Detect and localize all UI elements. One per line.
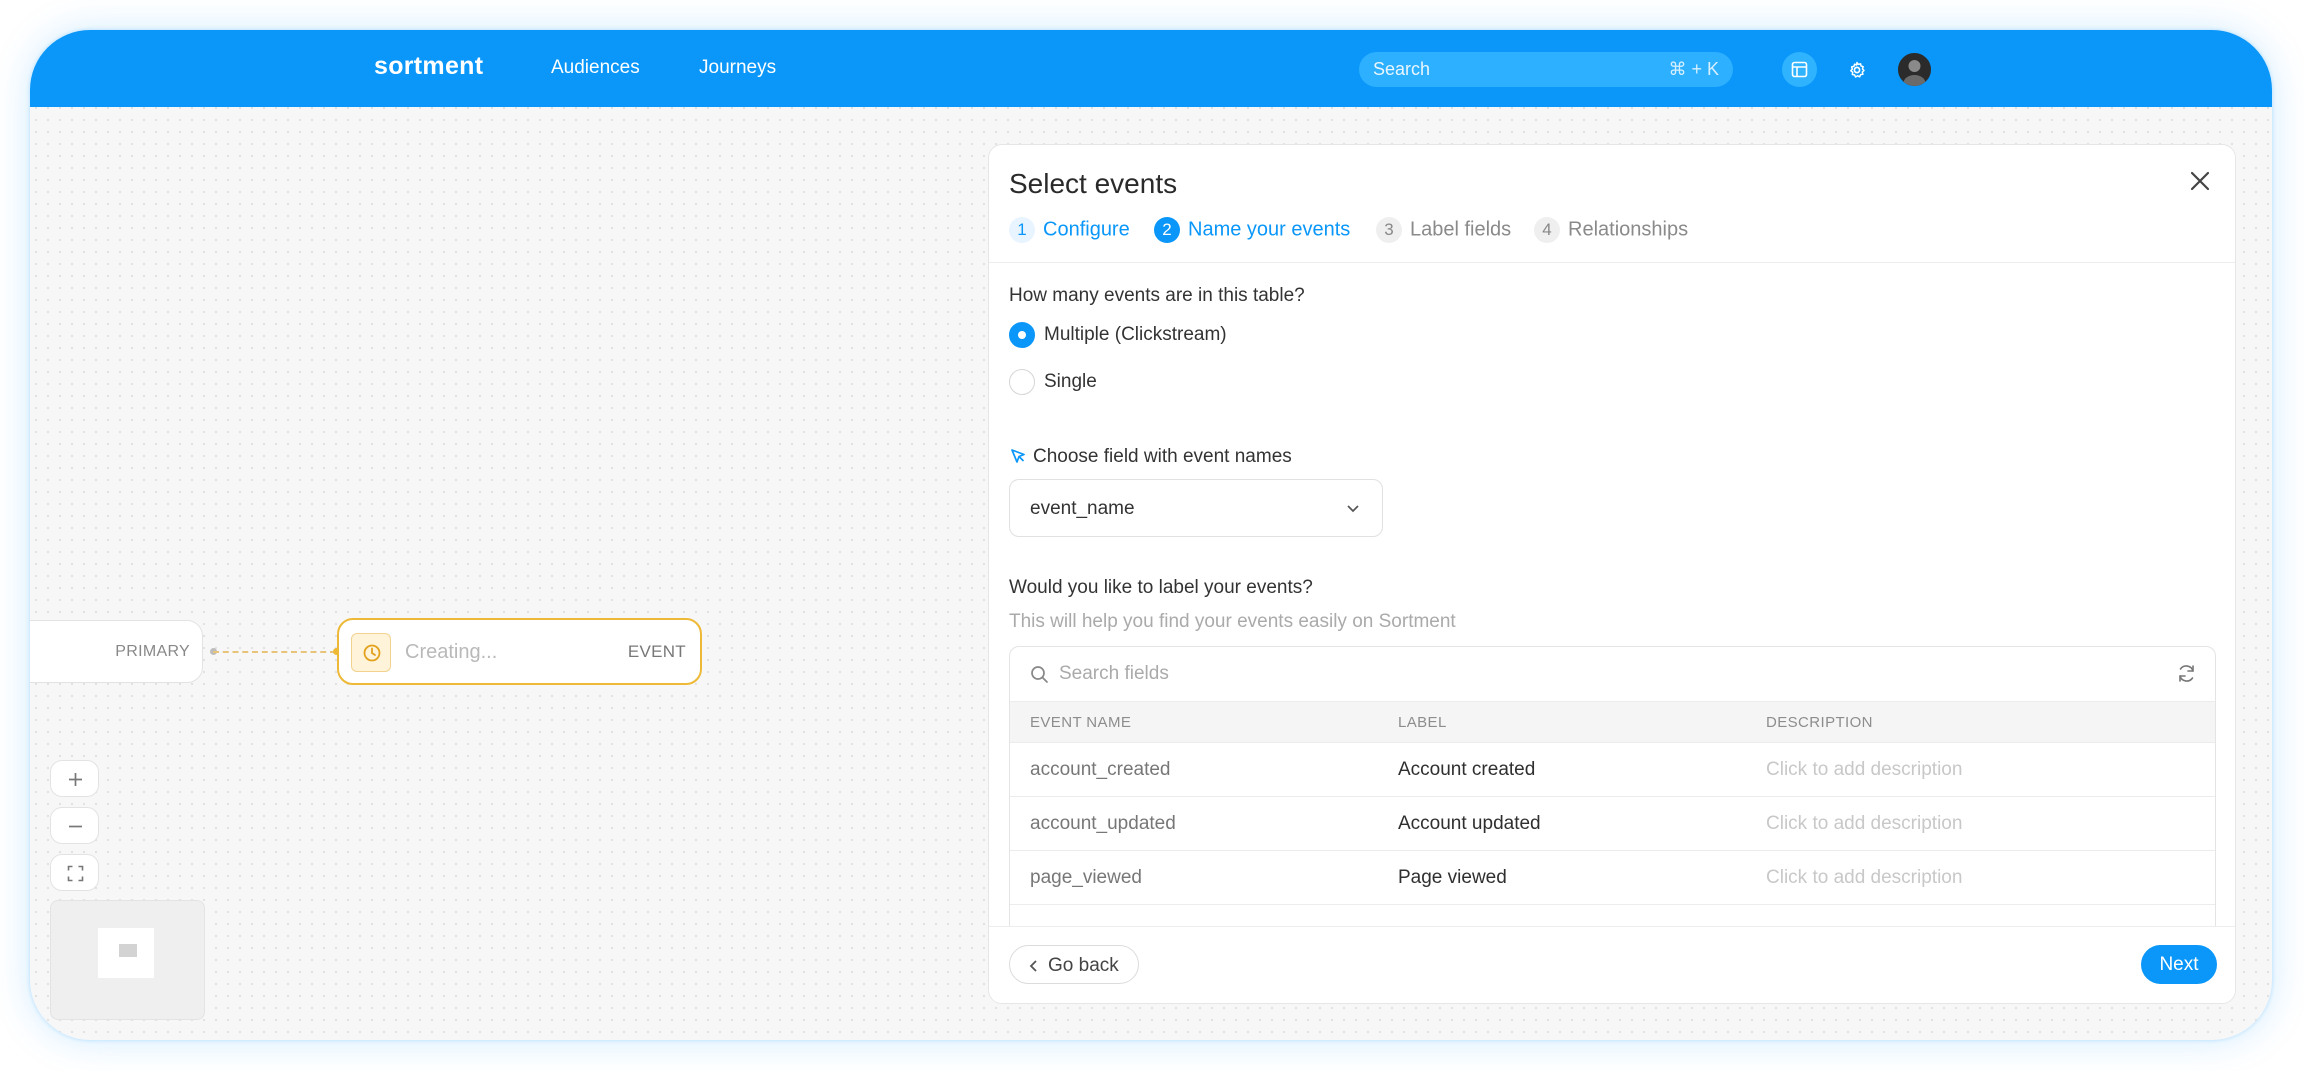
close-button[interactable] <box>2187 168 2213 194</box>
settings-button[interactable] <box>1839 52 1874 87</box>
event-node-icon-box <box>351 633 391 672</box>
next-button[interactable]: Next <box>2141 945 2217 984</box>
user-avatar[interactable] <box>1896 51 1933 88</box>
label-events-question: Would you like to label your events? <box>1009 577 1313 598</box>
minimap-viewport <box>98 928 154 978</box>
events-table: Search fields EVENT NAME LABEL DESCRIPTI… <box>1009 646 2216 946</box>
search-shortcut: ⌘ + K <box>1668 59 1719 79</box>
label-cell[interactable]: Page viewed <box>1398 867 1507 889</box>
nav-journeys[interactable]: Journeys <box>699 57 776 79</box>
column-header-event-name: EVENT NAME <box>1030 714 1132 731</box>
go-back-button[interactable]: Go back <box>1009 945 1139 984</box>
gear-icon <box>1850 61 1865 78</box>
step-label-fields[interactable]: 3 Label fields <box>1376 217 1511 245</box>
zoom-out-button[interactable] <box>50 807 99 844</box>
search-icon <box>1031 666 1048 683</box>
step-configure[interactable]: 1 Configure <box>1009 217 1130 245</box>
panel-footer: Go back Next <box>989 926 2235 1003</box>
label-cell[interactable]: Account created <box>1398 759 1535 781</box>
go-back-label: Go back <box>1048 955 1119 976</box>
table-row[interactable]: account_created Account created Click to… <box>1010 743 2215 797</box>
event-name-cell: account_created <box>1030 759 1171 780</box>
radio-button-selected[interactable] <box>1009 322 1035 348</box>
table-icon <box>1791 61 1808 78</box>
description-cell[interactable]: Click to add description <box>1766 813 1962 835</box>
column-header-description: DESCRIPTION <box>1766 714 1873 731</box>
table-row[interactable]: page_viewed Page viewed Click to add des… <box>1010 851 2215 905</box>
label-events-hint: This will help you find your events easi… <box>1009 611 1456 632</box>
edge-connector <box>213 651 336 653</box>
avatar-image <box>1903 60 1926 86</box>
field-picker-text: Choose field with event names <box>1033 446 1292 467</box>
event-name-field-select[interactable]: event_name <box>1009 479 1383 537</box>
table-view-button[interactable] <box>1782 52 1817 87</box>
step-number: 1 <box>1009 217 1035 243</box>
app-window: sortment Audiences Journeys Search ⌘ + K <box>30 30 2272 1040</box>
top-nav-bar: sortment Audiences Journeys Search ⌘ + K <box>30 30 2272 107</box>
description-cell[interactable]: Click to add description <box>1766 759 1962 781</box>
plus-icon <box>69 773 82 786</box>
panel-title: Select events <box>1009 168 1178 199</box>
table-header: EVENT NAME LABEL DESCRIPTION <box>1010 701 2215 743</box>
step-number: 2 <box>1154 217 1180 243</box>
column-header-label: LABEL <box>1398 714 1447 731</box>
search-placeholder: Search <box>1373 59 1431 79</box>
step-label: Relationships <box>1568 218 1689 241</box>
radio-label: Single <box>1044 371 1097 392</box>
table-search-placeholder: Search fields <box>1059 663 1169 684</box>
primary-node[interactable]: PRIMARY <box>30 620 203 683</box>
refresh-icon[interactable] <box>2176 663 2197 684</box>
field-picker-label: Choose field with event names <box>1009 446 1292 468</box>
minimap[interactable] <box>50 900 205 1020</box>
step-label: Configure <box>1043 218 1130 241</box>
event-count-question: How many events are in this table? <box>1009 285 1305 306</box>
select-value: event_name <box>1030 498 1135 519</box>
nav-audiences[interactable]: Audiences <box>551 57 640 79</box>
fit-view-button[interactable] <box>50 854 99 891</box>
chevron-left-icon <box>1029 960 1037 972</box>
table-search-input[interactable]: Search fields <box>1010 647 2215 701</box>
minimap-node <box>119 944 137 957</box>
event-node-tag: EVENT <box>627 642 686 661</box>
zoom-in-button[interactable] <box>50 760 99 797</box>
divider <box>989 262 2235 263</box>
step-label: Label fields <box>1410 218 1512 241</box>
cursor-click-icon <box>1011 449 1025 463</box>
select-events-panel: Select events 1 Configure 2 Name your even… <box>988 144 2236 1004</box>
primary-node-tag: PRIMARY <box>115 643 190 660</box>
event-node[interactable]: Creating... EVENT <box>337 618 702 685</box>
close-icon <box>2190 171 2210 191</box>
step-name-your-events[interactable]: 2 Name your events <box>1154 217 1350 245</box>
radio-label: Multiple (Clickstream) <box>1044 324 1227 345</box>
step-label: Name your events <box>1188 218 1351 241</box>
fullscreen-icon <box>67 865 84 882</box>
event-node-status: Creating... <box>405 641 498 663</box>
description-cell[interactable]: Click to add description <box>1766 867 1962 889</box>
clock-icon <box>363 644 381 662</box>
radio-button[interactable] <box>1009 369 1035 395</box>
chevron-down-icon <box>1347 505 1359 513</box>
event-name-cell: page_viewed <box>1030 867 1142 888</box>
step-number: 4 <box>1534 217 1560 243</box>
step-number: 3 <box>1376 217 1402 243</box>
minus-icon <box>69 825 82 828</box>
event-name-cell: account_updated <box>1030 813 1176 834</box>
table-row[interactable]: account_updated Account updated Click to… <box>1010 797 2215 851</box>
sortment-logo[interactable]: sortment <box>374 52 483 81</box>
search-input[interactable]: Search ⌘ + K <box>1359 52 1733 87</box>
step-relationships[interactable]: 4 Relationships <box>1534 217 1688 245</box>
label-cell[interactable]: Account updated <box>1398 813 1541 835</box>
